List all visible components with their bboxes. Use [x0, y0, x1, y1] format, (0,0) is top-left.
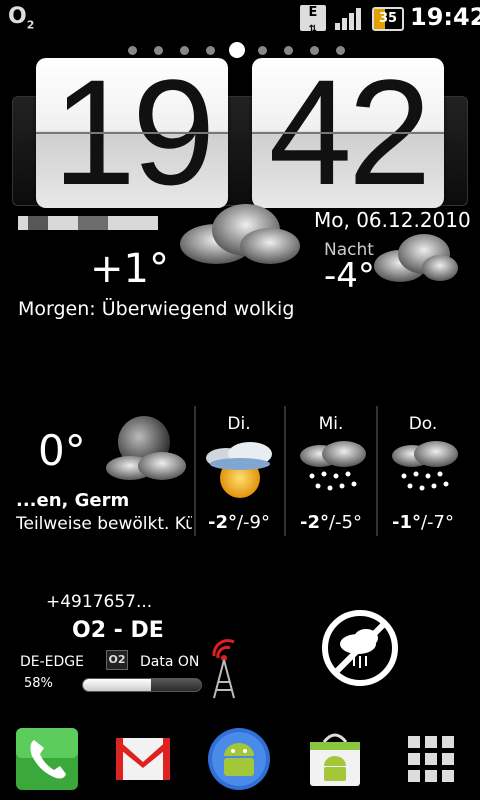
forecast-day-3: Do.: [408, 414, 438, 434]
page-dot[interactable]: [229, 42, 245, 58]
current-condition: Teilweise bewölkt. Kü: [16, 514, 192, 534]
android-icon[interactable]: [206, 726, 272, 792]
network-type: DE-EDGE: [20, 654, 84, 670]
page-dot[interactable]: [310, 46, 319, 55]
forecast-location: ...en, Germ: [16, 490, 130, 511]
forecast-temps-3: -1°/-7°: [391, 512, 454, 533]
antenna-icon[interactable]: [204, 636, 240, 700]
location-obscured: [18, 214, 158, 232]
battery-level: 35: [378, 11, 398, 26]
today-temperature: 0°: [38, 426, 86, 475]
clock-minutes[interactable]: 42: [252, 58, 444, 208]
page-dot[interactable]: [180, 46, 189, 55]
page-dot[interactable]: [206, 46, 215, 55]
cloud-icon: [180, 204, 300, 264]
o2-small-icon: O2: [106, 650, 128, 670]
phone-number: +4917657...: [46, 592, 153, 612]
signal-progress-bar: [82, 678, 202, 692]
battery-icon: 35: [372, 7, 404, 31]
page-dot[interactable]: [154, 46, 163, 55]
forecast-temps-2: -2°/-5°: [299, 512, 362, 533]
page-dot[interactable]: [284, 46, 293, 55]
flip-divider: [36, 132, 228, 134]
moon-cloud-icon: [106, 416, 186, 480]
tomorrow-forecast: Morgen: Überwiegend wolkig: [18, 298, 295, 320]
snow-cloud-icon: [300, 441, 366, 491]
progress-fill: [83, 679, 152, 691]
signal-percent: 58%: [24, 676, 53, 691]
page-indicator[interactable]: [128, 42, 358, 58]
phone-icon[interactable]: [14, 726, 80, 792]
edge-data-icon: E ⇅: [300, 5, 326, 35]
signal-bars-icon: [335, 8, 361, 30]
app-drawer-icon[interactable]: [398, 726, 464, 792]
night-cloud-icon: [374, 234, 458, 282]
snow-cloud-icon: [392, 441, 458, 491]
forecast-day-1: Di.: [227, 414, 251, 434]
page-dot[interactable]: [336, 46, 345, 55]
forecast-temps-1: -2°/-9°: [207, 512, 270, 533]
market-icon[interactable]: [302, 726, 368, 792]
o2-logo-icon: O2: [8, 4, 35, 32]
forecast-day-2: Mi.: [318, 414, 344, 434]
cloud-sun-icon: [206, 442, 272, 498]
status-time: 19:42: [410, 3, 480, 31]
data-status: Data ON: [140, 654, 200, 670]
status-bar: O2 E ⇅ 35 19:42: [0, 0, 480, 38]
operator-name: O2 - DE: [72, 618, 164, 643]
clock-hours[interactable]: 19: [36, 58, 228, 208]
gmail-icon[interactable]: [110, 726, 176, 792]
current-temperature: +1°: [90, 246, 169, 292]
page-dot[interactable]: [258, 46, 267, 55]
flip-divider: [252, 132, 444, 134]
page-dot[interactable]: [128, 46, 137, 55]
no-data-icon[interactable]: [320, 608, 400, 688]
